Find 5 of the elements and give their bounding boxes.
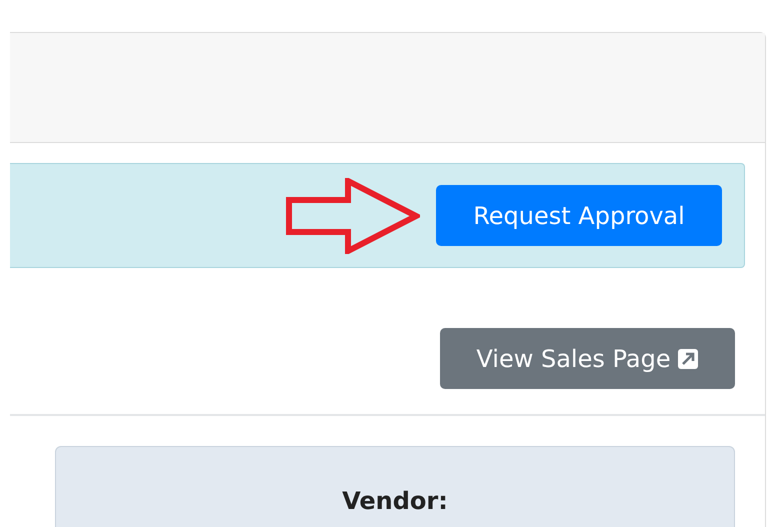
view-sales-page-button[interactable]: View Sales Page	[440, 328, 735, 389]
external-link-icon	[676, 348, 699, 370]
arrow-annotation-icon	[286, 178, 420, 254]
vendor-label: Vendor:	[342, 487, 448, 515]
request-approval-button[interactable]: Request Approval	[436, 185, 722, 246]
